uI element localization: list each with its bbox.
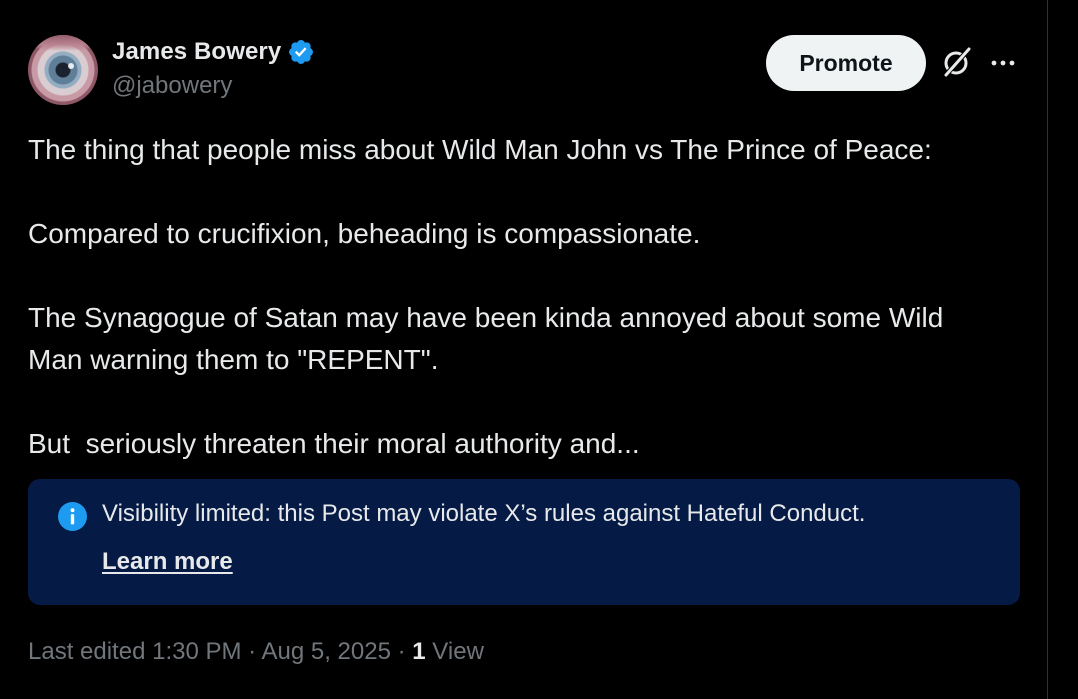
tweet-paragraph: Compared to crucifixion, beheading is co… bbox=[28, 218, 701, 249]
more-icon[interactable] bbox=[988, 48, 1018, 78]
post-date: Aug 5, 2025 bbox=[261, 638, 391, 665]
avatar-glint bbox=[68, 63, 74, 69]
tweet-text: The thing that people miss about Wild Ma… bbox=[28, 129, 1020, 465]
author-name-row: James Bowery bbox=[112, 37, 315, 67]
notice-text: Visibility limited: this Post may violat… bbox=[102, 500, 866, 527]
author-name[interactable]: James Bowery bbox=[112, 38, 281, 66]
author-handle[interactable]: @jabowery bbox=[112, 72, 232, 100]
info-icon bbox=[58, 502, 87, 531]
avatar-eyelid bbox=[28, 35, 98, 51]
meta-separator: · bbox=[390, 638, 413, 665]
promote-button[interactable]: Promote bbox=[766, 35, 926, 91]
grok-icon[interactable] bbox=[940, 46, 972, 78]
tweet-metadata: Last edited 1:30 PM · Aug 5, 2025 · 1 Vi… bbox=[28, 636, 484, 668]
meta-separator: · bbox=[241, 638, 262, 665]
views-count: 1 bbox=[412, 638, 426, 665]
post-time: 1:30 PM bbox=[152, 638, 242, 665]
tweet-paragraph: The thing that people miss about Wild Ma… bbox=[28, 134, 932, 165]
verified-badge-icon[interactable] bbox=[287, 38, 315, 66]
tweet-detail: James Bowery @jabowery Promote The thing… bbox=[28, 0, 1020, 699]
post-timestamp[interactable]: 1:30 PM · Aug 5, 2025 bbox=[152, 638, 391, 665]
views-label: View bbox=[425, 638, 484, 665]
visibility-limited-notice: Visibility limited: this Post may violat… bbox=[28, 479, 1020, 605]
tweet-paragraph: But seriously threaten their moral autho… bbox=[28, 428, 640, 459]
timeline-divider bbox=[1047, 0, 1048, 699]
edited-prefix: Last edited bbox=[28, 638, 153, 665]
avatar[interactable] bbox=[28, 35, 98, 105]
tweet-paragraph: The Synagogue of Satan may have been kin… bbox=[28, 302, 944, 375]
learn-more-link[interactable]: Learn more bbox=[102, 546, 233, 578]
